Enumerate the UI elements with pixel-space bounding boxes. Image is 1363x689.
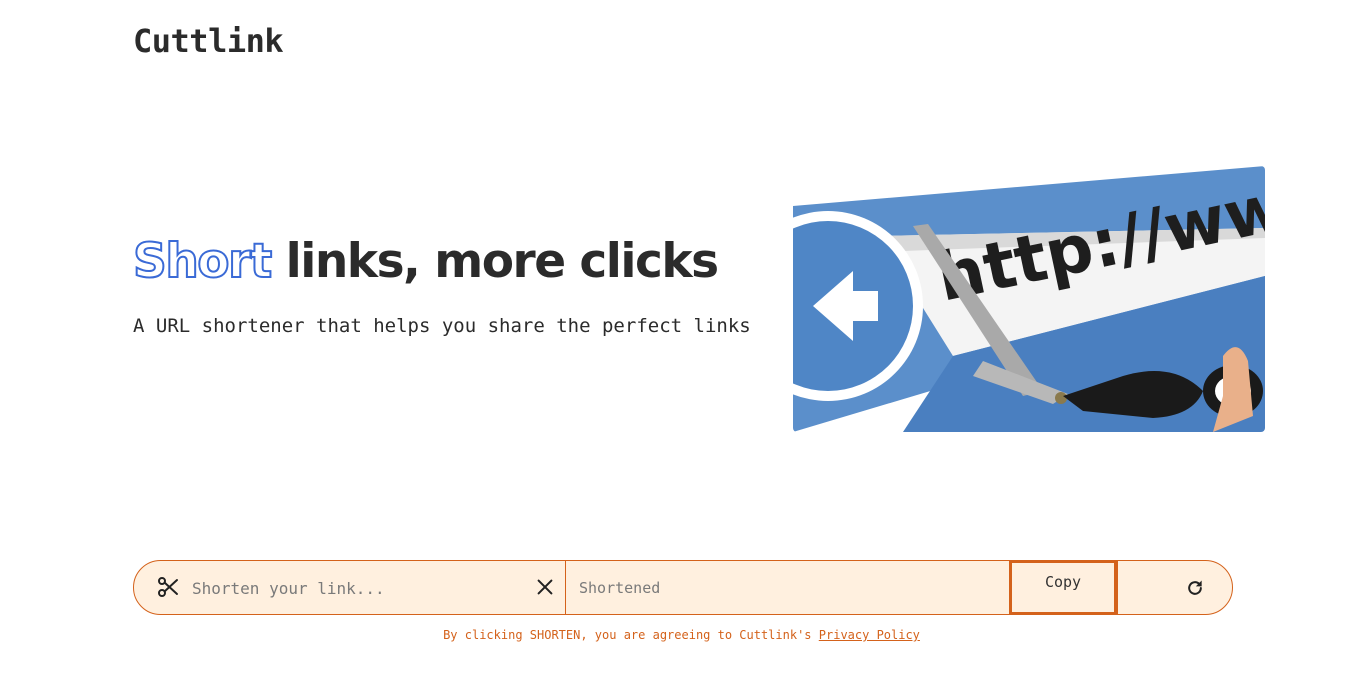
copy-button-label: Copy: [1044, 572, 1082, 591]
logo[interactable]: Cuttlink: [133, 22, 284, 60]
refresh-button[interactable]: [1117, 561, 1232, 614]
privacy-policy-link[interactable]: Privacy Policy: [819, 628, 920, 642]
shorten-input-section: [134, 561, 566, 614]
page: Cuttlink Short links, more clicks A URL …: [0, 0, 1363, 689]
shortened-link-output[interactable]: [579, 569, 999, 607]
close-icon[interactable]: [534, 576, 556, 598]
url-scissors-illustration: http://www.: [793, 166, 1265, 432]
shorten-link-input[interactable]: [192, 569, 522, 607]
copy-button[interactable]: Copy: [1009, 561, 1117, 614]
terms-text: By clicking SHORTEN, you are agreeing to…: [443, 628, 819, 642]
refresh-icon: [1188, 580, 1202, 595]
hero-image: http://www.: [793, 166, 1265, 432]
terms-notice: By clicking SHORTEN, you are agreeing to…: [0, 628, 1363, 642]
hero-subtitle: A URL shortener that helps you share the…: [133, 315, 751, 337]
hero-title-highlight: Short: [132, 233, 273, 290]
shortened-output-section: [566, 561, 1009, 614]
hero-title: Short links, more clicks: [132, 233, 719, 290]
scissors-icon: [158, 577, 178, 597]
shortener-bar: Copy: [133, 560, 1233, 615]
hero-title-rest: links, more clicks: [285, 234, 719, 289]
